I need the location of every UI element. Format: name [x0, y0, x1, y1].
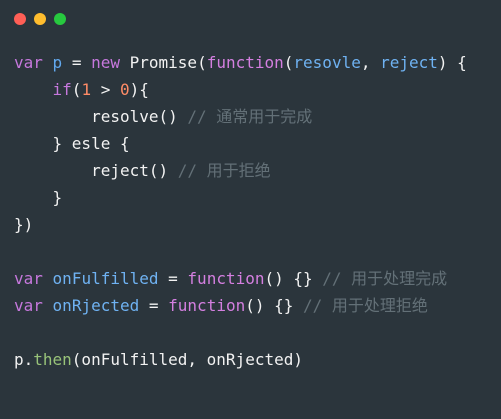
code-token: new	[91, 53, 120, 72]
code-block: var p = new Promise(function(resovle, re…	[14, 49, 467, 373]
code-token: function	[206, 53, 284, 72]
code-comment: // 通常用于完成	[187, 107, 313, 126]
code-token: function	[168, 296, 246, 315]
zoom-window-button[interactable]	[54, 13, 66, 25]
code-token: (	[71, 80, 82, 99]
code-line: })	[14, 211, 467, 238]
code-line: var p = new Promise(function(resovle, re…	[14, 49, 467, 76]
code-token: (	[283, 53, 294, 72]
minimize-window-button[interactable]	[34, 13, 46, 25]
code-comment: // 用于拒绝	[177, 161, 271, 180]
code-line: if(1 > 0){	[14, 76, 467, 103]
code-token: resolve()	[14, 107, 188, 126]
code-token: var	[14, 269, 43, 288]
code-token: p	[52, 53, 63, 72]
code-token: =	[139, 296, 169, 315]
code-token: }	[14, 188, 63, 207]
code-line: var onFulfilled = function() {} // 用于处理完…	[14, 265, 467, 292]
code-token: >	[91, 80, 120, 99]
code-line: p.then(onFulfilled, onRjected)	[14, 346, 467, 373]
code-window: var p = new Promise(function(resovle, re…	[0, 0, 501, 419]
code-token: Promise(	[120, 53, 207, 72]
close-window-button[interactable]	[14, 13, 26, 25]
code-token: ) {	[437, 53, 467, 72]
window-titlebar	[0, 0, 501, 40]
code-comment: // 用于处理拒绝	[303, 296, 428, 315]
code-token: })	[14, 215, 34, 234]
code-line: var onRjected = function() {} // 用于处理拒绝	[14, 292, 467, 319]
code-token: () {}	[264, 269, 323, 288]
code-token: 0	[119, 80, 130, 99]
code-token: var	[14, 53, 43, 72]
code-token: onFulfilled	[52, 269, 159, 288]
code-token: ,	[360, 53, 381, 72]
code-token: onRjected	[52, 296, 140, 315]
code-token: =	[158, 269, 188, 288]
code-token: if	[52, 80, 72, 99]
code-line: reject() // 用于拒绝	[14, 157, 467, 184]
code-token: var	[14, 296, 43, 315]
code-line: resolve() // 通常用于完成	[14, 103, 467, 130]
code-token: } esle {	[14, 134, 130, 153]
code-token: reject	[380, 53, 438, 72]
code-token: resovle	[293, 53, 361, 72]
code-token: p.	[14, 350, 34, 369]
code-token: (onFulfilled, onRjected)	[71, 350, 303, 369]
code-comment: // 用于处理完成	[322, 269, 448, 288]
code-token: reject()	[14, 161, 178, 180]
code-token: ){	[129, 80, 149, 99]
code-line: }	[14, 184, 467, 211]
code-token: function	[187, 269, 265, 288]
code-token: =	[62, 53, 92, 72]
code-token: then	[33, 350, 72, 369]
code-line: } esle {	[14, 130, 467, 157]
code-token: 1	[81, 80, 92, 99]
code-token: () {}	[245, 296, 304, 315]
